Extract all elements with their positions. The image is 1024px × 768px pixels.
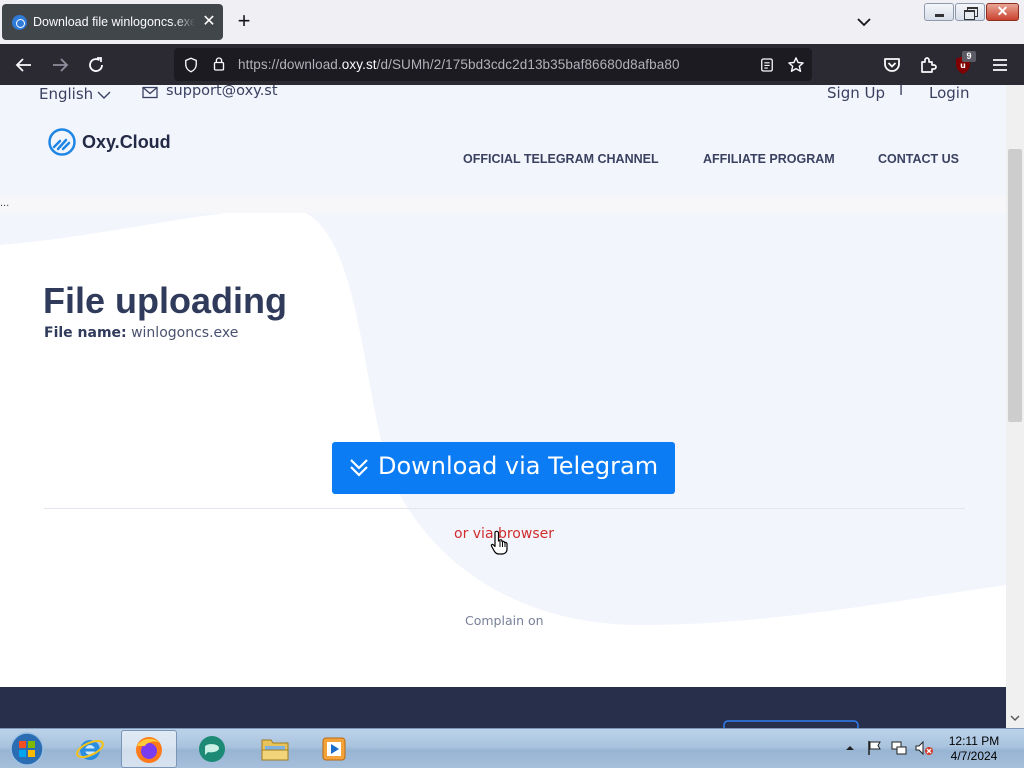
- taskbar-firefox[interactable]: [121, 730, 177, 768]
- download-telegram-button[interactable]: Download via Telegram: [332, 442, 675, 494]
- nav-affiliate-program[interactable]: AFFILIATE PROGRAM: [703, 152, 835, 166]
- nav-contact-us[interactable]: CONTACT US: [878, 152, 959, 166]
- forward-icon[interactable]: [48, 53, 72, 77]
- login-link[interactable]: Login: [929, 85, 969, 102]
- bookmark-star-icon[interactable]: [786, 55, 806, 75]
- extensions-icon[interactable]: [916, 53, 940, 77]
- scrollbar-thumb[interactable]: [1008, 149, 1022, 422]
- clock-date: 4/7/2024: [950, 749, 998, 763]
- svg-text:u: u: [960, 61, 966, 70]
- url-bar[interactable]: https://download.oxy.st/d/SUMh/2/175bd3c…: [174, 48, 812, 81]
- media-player-icon: [322, 737, 346, 761]
- language-label: English: [39, 85, 94, 103]
- url-path: /d/SUMh/2/175bd3cdc2d13b35baf86680d8afba…: [376, 57, 680, 72]
- background-wave: [0, 85, 1006, 728]
- oxy-cloud-logo-icon[interactable]: [48, 128, 76, 156]
- tab-title: Download file winlogoncs.exe on Oxy.Clou…: [33, 15, 195, 29]
- file-name-row: File name: winlogoncs.exe: [44, 325, 238, 341]
- tracking-shield-icon[interactable]: [182, 56, 200, 74]
- file-name-label: File name:: [44, 325, 127, 341]
- close-window-button[interactable]: ✕: [986, 3, 1019, 21]
- windows-taskbar: 12:11 PM 4/7/2024: [0, 728, 1024, 768]
- close-window-icon: ✕: [996, 3, 1009, 19]
- taskbar-media-player[interactable]: [306, 730, 362, 768]
- reload-icon[interactable]: [84, 53, 108, 77]
- mail-icon: [142, 86, 158, 99]
- pocket-icon[interactable]: [880, 53, 904, 77]
- nav-telegram-channel[interactable]: OFFICIAL TELEGRAM CHANNEL: [463, 152, 659, 166]
- new-tab-button[interactable]: +: [232, 10, 256, 34]
- file-name-value: winlogoncs.exe: [131, 325, 239, 341]
- volume-muted-icon[interactable]: [914, 739, 934, 757]
- reader-view-icon[interactable]: [758, 56, 776, 74]
- network-icon[interactable]: [890, 739, 908, 757]
- start-orb-icon[interactable]: [8, 731, 46, 767]
- download-button-label: Download via Telegram: [378, 452, 659, 480]
- support-email-link[interactable]: support@oxy.st: [166, 85, 278, 99]
- hand-cursor-icon: [490, 530, 508, 555]
- ellipsis-text: ...: [0, 197, 10, 209]
- oxy-favicon-icon: [12, 15, 27, 30]
- divider: [44, 508, 965, 509]
- lock-icon[interactable]: [210, 55, 228, 73]
- tab-list-icon[interactable]: [852, 10, 876, 34]
- firefox-icon: [136, 737, 162, 763]
- web-page: English support@oxy.st Sign Up I Login O…: [0, 85, 1006, 728]
- close-tab-button[interactable]: ✕: [200, 13, 218, 31]
- folder-icon: [261, 739, 289, 761]
- chevron-down-icon[interactable]: [96, 88, 112, 102]
- page-scrollbar[interactable]: [1006, 85, 1024, 728]
- menu-icon[interactable]: [988, 53, 1012, 77]
- internet-explorer-icon: [76, 739, 104, 760]
- url-text[interactable]: https://download.oxy.st/d/SUMh/2/175bd3c…: [238, 57, 680, 72]
- chat-app-icon: [199, 736, 225, 762]
- page-title: File uploading: [43, 280, 287, 321]
- show-hidden-icons-icon[interactable]: [845, 744, 855, 752]
- scroll-down-arrow-icon[interactable]: [1010, 714, 1020, 722]
- active-tab[interactable]: Download file winlogoncs.exe on Oxy.Clou…: [2, 4, 223, 40]
- tab-bar: Download file winlogoncs.exe on Oxy.Clou…: [0, 0, 1024, 44]
- minimize-window-button[interactable]: [924, 3, 954, 21]
- taskbar-file-explorer[interactable]: [247, 730, 303, 768]
- action-center-flag-icon[interactable]: [866, 739, 884, 757]
- url-domain: oxy.st: [341, 57, 377, 72]
- navigation-toolbar: https://download.oxy.st/d/SUMh/2/175bd3c…: [0, 44, 1024, 85]
- taskbar-internet-explorer[interactable]: [62, 730, 118, 768]
- logo-text[interactable]: Oxy.Cloud: [82, 132, 171, 153]
- clock-time: 12:11 PM: [948, 734, 1000, 748]
- language-selector[interactable]: English: [39, 85, 93, 103]
- taskbar-chat-app[interactable]: [184, 730, 240, 768]
- restore-window-button[interactable]: [955, 3, 985, 21]
- taskbar-clock[interactable]: 12:11 PM 4/7/2024: [938, 734, 1010, 764]
- back-icon[interactable]: [12, 53, 36, 77]
- window-controls: ✕: [924, 3, 1020, 21]
- topbar-separator: I: [899, 85, 904, 99]
- sign-up-link[interactable]: Sign Up: [827, 85, 885, 102]
- complain-text[interactable]: Complain on: [465, 613, 544, 628]
- ublock-count-badge: 9: [962, 51, 976, 62]
- url-prefix: https://download.: [238, 57, 342, 72]
- double-chevron-down-icon: [350, 459, 368, 477]
